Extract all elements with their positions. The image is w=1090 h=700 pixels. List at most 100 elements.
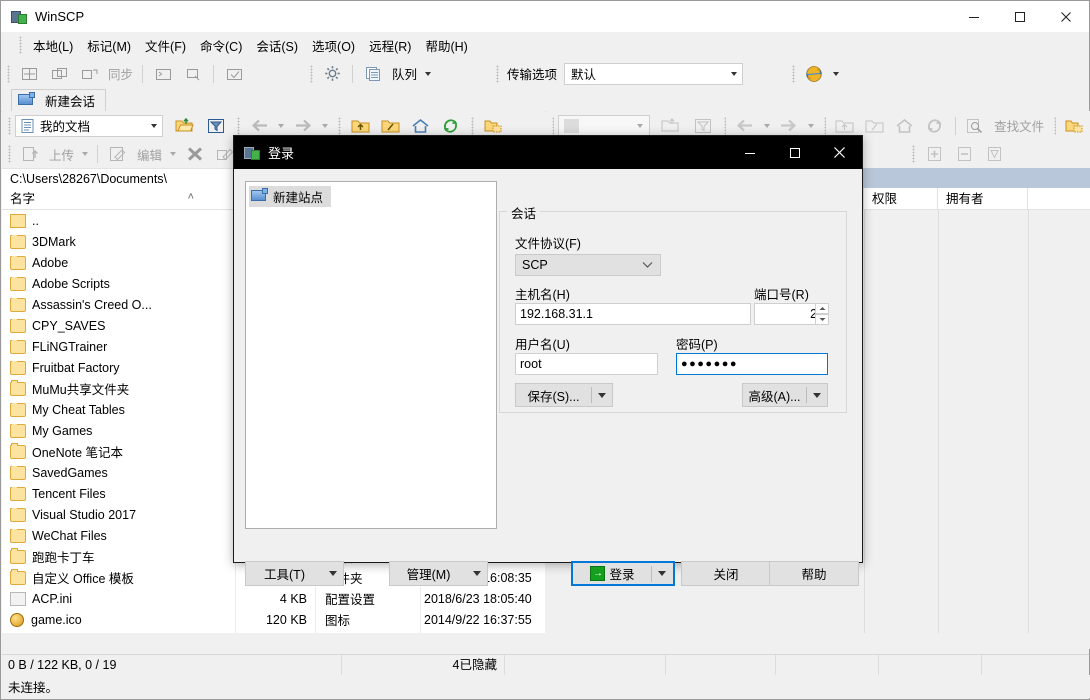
site-list-item[interactable]: 新建站点 <box>249 186 496 207</box>
deselect-all-icon[interactable] <box>949 142 979 166</box>
menu-options[interactable]: 选项(O) <box>305 33 362 58</box>
menu-remote[interactable]: 远程(R) <box>362 33 418 58</box>
protocol-chevron-down-icon[interactable] <box>642 258 653 272</box>
login-maximize-button[interactable] <box>772 136 817 169</box>
upload-label[interactable]: 上传 <box>45 145 78 164</box>
new-directory-icon[interactable] <box>478 114 508 138</box>
refresh-icon[interactable] <box>435 114 465 138</box>
edit-label[interactable]: 编辑 <box>133 145 166 164</box>
delete-icon[interactable] <box>180 142 210 166</box>
find-files-icon[interactable] <box>960 114 990 138</box>
advanced-button[interactable]: 高级(A)... <box>742 383 828 407</box>
minimize-button[interactable] <box>951 1 997 32</box>
root-directory-icon[interactable] <box>375 114 405 138</box>
port-stepper[interactable] <box>815 303 829 325</box>
remote-back-chevron-down-icon[interactable] <box>764 124 770 128</box>
preferences-gear-icon[interactable] <box>317 62 347 86</box>
find-files-label[interactable]: 查找文件 <box>990 116 1048 135</box>
remote-back-arrow-icon[interactable] <box>730 114 760 138</box>
port-stepper-down-icon[interactable] <box>815 314 829 325</box>
folder-icon <box>10 298 26 312</box>
open-session-browser-icon[interactable] <box>799 62 829 86</box>
forward-arrow-icon[interactable] <box>288 114 318 138</box>
queue-icon[interactable] <box>358 62 388 86</box>
open-in-putty-icon[interactable] <box>178 62 208 86</box>
table-row[interactable]: game.ico120 KB图标2014/9/22 16:37:55 <box>2 609 545 630</box>
save-button[interactable]: 保存(S)... <box>515 383 613 407</box>
manage-button[interactable]: 管理(M) <box>389 561 488 586</box>
remote-open-directory-icon[interactable] <box>656 114 686 138</box>
menu-session[interactable]: 会话(S) <box>249 33 305 58</box>
remote-home-directory-icon[interactable] <box>890 114 920 138</box>
local-drive-combo[interactable]: 我的文档 <box>15 115 163 137</box>
login-button[interactable]: → 登录 <box>571 561 675 586</box>
upload-chevron-down-icon[interactable] <box>82 152 88 156</box>
host-input[interactable]: 192.168.31.1 <box>515 303 751 325</box>
table-row[interactable]: ACP.ini4 KB配置设置2018/6/23 18:05:40 <box>2 588 545 609</box>
transfer-preset-combo[interactable]: 默认 <box>564 63 743 85</box>
open-directory-icon[interactable] <box>169 114 199 138</box>
username-input[interactable]: root <box>515 353 658 375</box>
remote-forward-chevron-down-icon[interactable] <box>808 124 814 128</box>
edit-chevron-down-icon[interactable] <box>170 152 176 156</box>
remote-col-rights[interactable]: 权限 <box>864 188 938 210</box>
tools-chevron-down-icon[interactable] <box>323 571 343 576</box>
remote-new-directory-icon[interactable] <box>1060 114 1090 138</box>
close-button[interactable] <box>1043 1 1089 32</box>
synchronize-browsing-icon[interactable] <box>44 62 74 86</box>
protocol-select[interactable]: SCP <box>515 254 661 276</box>
remote-drive-combo[interactable] <box>558 115 650 137</box>
keep-remote-up-to-date-icon[interactable] <box>219 62 249 86</box>
remote-forward-arrow-icon[interactable] <box>774 114 804 138</box>
menu-grip-icon <box>19 36 22 54</box>
queue-chevron-down-icon[interactable] <box>425 72 431 76</box>
upload-icon[interactable] <box>15 142 45 166</box>
port-stepper-up-icon[interactable] <box>815 303 829 314</box>
transfer-preset-chevron-down-icon[interactable] <box>725 72 742 76</box>
forward-chevron-down-icon[interactable] <box>322 124 328 128</box>
remote-root-directory-icon[interactable] <box>860 114 890 138</box>
parent-directory-icon[interactable] <box>345 114 375 138</box>
queue-label[interactable]: 队列 <box>388 64 421 83</box>
tools-button[interactable]: 工具(T) <box>245 561 344 586</box>
save-chevron-down-icon[interactable] <box>592 393 612 398</box>
select-all-icon[interactable] <box>919 142 949 166</box>
manage-chevron-down-icon[interactable] <box>467 571 487 576</box>
menu-local[interactable]: 本地(L) <box>26 33 80 58</box>
remote-refresh-icon[interactable] <box>920 114 950 138</box>
login-chevron-down-icon[interactable] <box>652 571 672 576</box>
filter-icon[interactable] <box>201 114 231 138</box>
site-item-new-site[interactable]: 新建站点 <box>249 186 331 207</box>
invert-selection-icon[interactable] <box>979 142 1009 166</box>
remote-col-extra[interactable] <box>1028 188 1088 210</box>
compare-directories-icon[interactable] <box>14 62 44 86</box>
open-terminal-icon[interactable] <box>148 62 178 86</box>
edit-icon[interactable] <box>103 142 133 166</box>
back-chevron-down-icon[interactable] <box>278 124 284 128</box>
menu-file[interactable]: 文件(F) <box>138 33 193 58</box>
back-arrow-icon[interactable] <box>244 114 274 138</box>
tab-new-session[interactable]: 新建会话 <box>11 89 106 111</box>
synchronize-icon[interactable] <box>74 62 104 86</box>
advanced-chevron-down-icon[interactable] <box>807 393 827 398</box>
help-button[interactable]: 帮助 <box>769 561 859 586</box>
remote-col-owner[interactable]: 拥有者 <box>938 188 1028 210</box>
file-name: FLiNGTrainer <box>32 340 107 354</box>
local-col-name[interactable]: 名字 ˄ <box>2 188 235 210</box>
remote-parent-directory-icon[interactable] <box>830 114 860 138</box>
password-input[interactable]: ●●●●●●● <box>676 353 828 375</box>
login-minimize-button[interactable] <box>727 136 772 169</box>
local-drive-chevron-down-icon[interactable] <box>145 124 162 128</box>
menu-help[interactable]: 帮助(H) <box>418 33 474 58</box>
remote-drive-chevron-down-icon[interactable] <box>632 124 649 128</box>
close-dialog-button[interactable]: 关闭 <box>681 561 771 586</box>
menu-mark[interactable]: 标记(M) <box>80 33 138 58</box>
menu-command[interactable]: 命令(C) <box>193 33 249 58</box>
maximize-button[interactable] <box>997 1 1043 32</box>
login-close-button[interactable] <box>817 136 862 169</box>
remote-filter-icon[interactable] <box>688 114 718 138</box>
home-directory-icon[interactable] <box>405 114 435 138</box>
sync-label[interactable]: 同步 <box>104 64 137 83</box>
browser-chevron-down-icon[interactable] <box>833 72 839 76</box>
site-list[interactable]: 新建站点 <box>245 181 497 529</box>
